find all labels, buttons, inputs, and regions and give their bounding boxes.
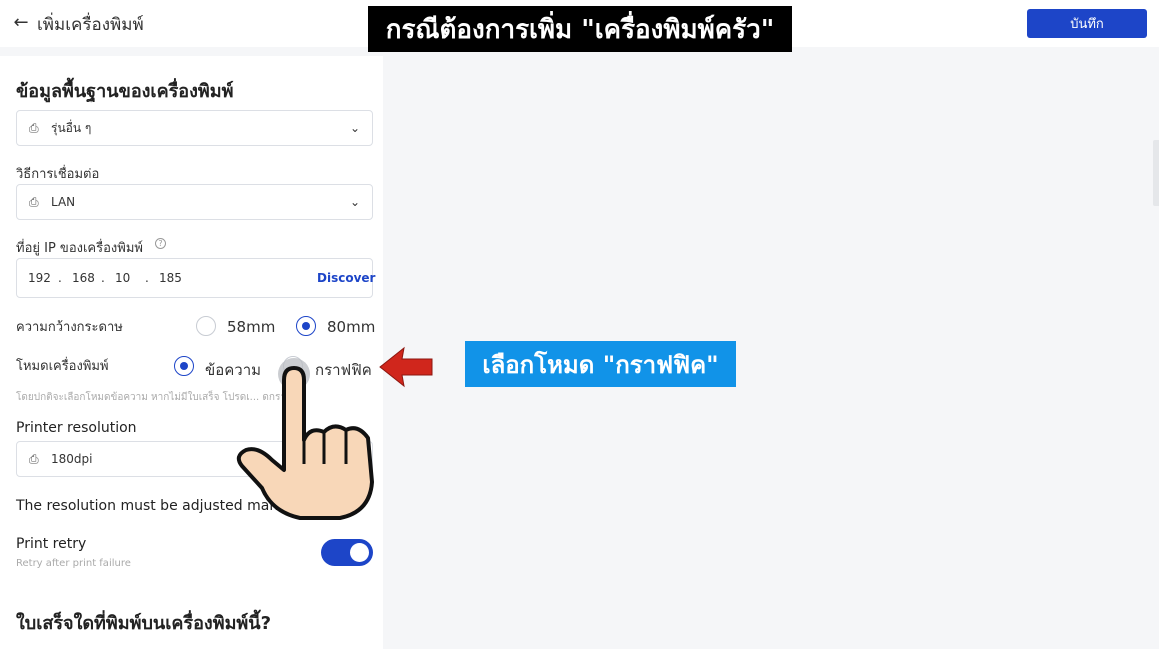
print-retry-label: Print retry	[16, 536, 87, 552]
paper-width-label: ความกว้างกระดาษ	[16, 320, 123, 335]
printer-model-select[interactable]: ⎙ รุ่นอื่น ๆ ⌄	[16, 110, 373, 146]
ip-dot: .	[145, 271, 149, 285]
ip-segment-4[interactable]: 185	[159, 271, 182, 285]
print-retry-hint: Retry after print failure	[16, 558, 131, 569]
help-icon[interactable]: ?	[155, 238, 166, 249]
printer-mode-label: โหมดเครื่องพิมพ์	[16, 359, 109, 374]
ip-dot: .	[58, 271, 62, 285]
printer-icon: ⎙	[29, 194, 39, 209]
print-retry-toggle[interactable]	[321, 539, 373, 566]
side-scroll-handle[interactable]	[1153, 140, 1159, 206]
red-arrow-icon	[379, 346, 433, 388]
paper-80mm-radio[interactable]	[296, 316, 316, 336]
save-button[interactable]: บันทึก	[1027, 9, 1147, 38]
tutorial-annotation-label: เลือกโหมด "กราฟฟิค"	[465, 341, 736, 387]
printer-icon: ⎙	[29, 120, 39, 135]
section-title-basic-info: ข้อมูลพื้นฐานของเครื่องพิมพ์	[16, 81, 234, 102]
pointing-hand-icon	[236, 358, 374, 520]
paper-58mm-radio[interactable]	[196, 316, 216, 336]
ip-segment-1[interactable]: 192	[28, 271, 51, 285]
chevron-down-icon: ⌄	[349, 121, 360, 135]
ip-label: ที่อยู่ IP ของเครื่องพิมพ์	[16, 241, 143, 256]
paper-80mm-label: 80mm	[327, 318, 376, 336]
paper-58mm-label: 58mm	[227, 318, 276, 336]
printer-icon: ⎙	[29, 451, 39, 466]
connection-value: LAN	[51, 195, 76, 209]
page-title: เพิ่มเครื่องพิมพ์	[37, 15, 144, 35]
section-title-receipts: ใบเสร็จใดที่พิมพ์บนเครื่องพิมพ์นี้?	[16, 613, 272, 634]
connection-select[interactable]: ⎙ LAN ⌄	[16, 184, 373, 220]
mode-text-radio[interactable]	[174, 356, 194, 376]
ip-segment-2[interactable]: 168	[72, 271, 95, 285]
ip-address-field[interactable]: 192 . 168 . 10 . 185 Discover	[16, 258, 375, 298]
discover-link[interactable]: Discover	[317, 271, 375, 285]
ip-dot: .	[101, 271, 105, 285]
tutorial-caption-banner: กรณีต้องการเพิ่ม "เครื่องพิมพ์ครัว"	[368, 6, 792, 52]
ip-segment-3[interactable]: 10	[115, 271, 130, 285]
printer-model-value: รุ่นอื่น ๆ	[51, 120, 92, 135]
back-arrow-icon[interactable]: ←	[10, 11, 32, 33]
connection-label: วิธีการเชื่อมต่อ	[16, 167, 100, 182]
resolution-label: Printer resolution	[16, 420, 137, 436]
chevron-down-icon: ⌄	[349, 195, 360, 209]
